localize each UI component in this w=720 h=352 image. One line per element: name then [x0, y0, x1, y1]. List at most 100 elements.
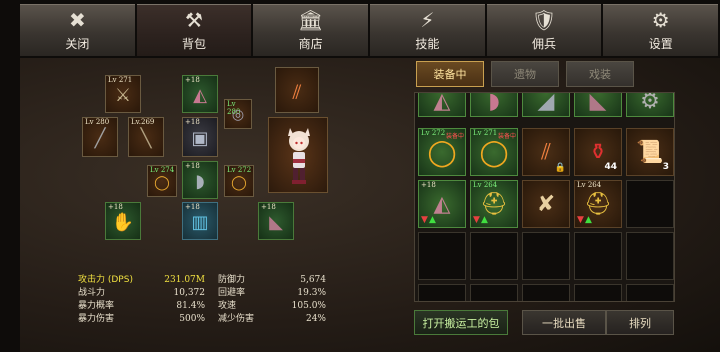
- inventory-item[interactable]: ◣: [574, 92, 622, 117]
- nav-backpack-button[interactable]: ⚒ 背包: [136, 4, 252, 56]
- inventory-item[interactable]: Lv 264 ⛑ ▼ ▲: [470, 180, 518, 228]
- claw-slash-icon: ⫽: [541, 139, 551, 165]
- bracer-icon: ◗: [488, 92, 500, 115]
- inventory-item[interactable]: 📜 3: [626, 128, 674, 176]
- nav-label: 设置: [648, 37, 673, 51]
- inventory-item[interactable]: +18 ◭ ▼ ▲: [418, 180, 466, 228]
- stat-value: 5,674: [300, 275, 326, 285]
- sort-button[interactable]: 排列: [606, 310, 674, 335]
- inventory-item[interactable]: Lv 264 ⛑ ▼ ▲: [574, 180, 622, 228]
- open-carrier-bag-button[interactable]: 打开搬运工的包: [414, 310, 508, 335]
- arrow-down-icon: ▼: [473, 215, 480, 225]
- nav-skills-button[interactable]: ⚡ 技能: [370, 4, 485, 56]
- nav-label: 技能: [415, 37, 440, 51]
- inventory-empty-slot[interactable]: [470, 232, 518, 280]
- stat-row: 战斗力 10,372: [78, 287, 205, 299]
- lightning-icon: ⚡: [420, 8, 435, 32]
- stat-value: 81.4%: [176, 301, 205, 311]
- equip-slot-ring-2[interactable]: Lv 274 ◯: [147, 165, 177, 197]
- ring-icon: ◯: [231, 174, 247, 191]
- stat-label: 回避率: [218, 288, 246, 298]
- inventory-empty-slot[interactable]: [626, 180, 674, 228]
- equip-slot-boots[interactable]: +18 ◣: [258, 202, 294, 240]
- stat-label: 暴力概率: [78, 301, 115, 311]
- gear-icon: ⚙: [651, 8, 670, 32]
- stat-row: 攻击力 (DPS) 231.07M: [78, 274, 205, 286]
- equip-slot-helmet[interactable]: +18 ◭: [182, 75, 218, 113]
- inventory-empty-slot[interactable]: [418, 284, 466, 301]
- inventory-empty-slot[interactable]: [522, 232, 570, 280]
- stat-value: 10,372: [173, 288, 206, 298]
- inventory-empty-slot[interactable]: [574, 232, 622, 280]
- nav-settings-button[interactable]: ⚙ 设置: [603, 4, 719, 56]
- equip-slot-spear[interactable]: Lv.269 ╲: [128, 117, 164, 157]
- gold-helm-icon: ⛑: [584, 191, 612, 217]
- ring-icon: ◯: [427, 137, 457, 168]
- nav-mercenary-button[interactable]: 🛡 佣兵: [486, 4, 602, 56]
- inventory-item[interactable]: ◢: [522, 93, 570, 117]
- equip-slot-skill-claw[interactable]: ⫽: [275, 67, 319, 113]
- inventory-empty-slot[interactable]: [522, 284, 570, 301]
- equip-slot-chest[interactable]: +18 ▣: [182, 117, 218, 157]
- tab-equipped[interactable]: 装备中: [416, 61, 484, 87]
- inventory-item[interactable]: ◭: [418, 92, 466, 117]
- leg-armor-icon: ▥: [191, 211, 209, 233]
- gauntlet-icon: ✋: [111, 211, 135, 233]
- spear-icon: ╲: [140, 127, 152, 149]
- helmet-icon: ◭: [433, 92, 451, 115]
- batch-sell-button[interactable]: 一批出售: [522, 310, 606, 335]
- equip-slot-leg-armor[interactable]: +18 ▥: [182, 202, 218, 240]
- boots-icon: ◣: [269, 211, 283, 233]
- ring-icon: ◯: [154, 174, 170, 191]
- backpack-icon: ⚒: [185, 8, 203, 32]
- stat-label: 防御力: [218, 275, 246, 285]
- scroll-icon: 📜: [636, 139, 664, 165]
- inventory-empty-slot[interactable]: [470, 284, 518, 301]
- stat-label: 减少伤害: [218, 314, 255, 324]
- gun-icon: ╱: [94, 127, 106, 149]
- inventory-item[interactable]: Lv 271 装备中 ◯: [470, 128, 518, 176]
- inventory-item[interactable]: ◗: [470, 92, 518, 117]
- lock-icon: 🔒: [554, 163, 566, 173]
- boots-icon: ◣: [589, 92, 607, 115]
- stat-row: 减少伤害 24%: [218, 313, 326, 325]
- tab-relics[interactable]: 遗物: [491, 61, 559, 87]
- arrow-down-icon: ▼: [421, 215, 428, 225]
- stat-value: 500%: [179, 314, 205, 324]
- arrow-up-icon: ▲: [429, 215, 436, 225]
- equip-slot-gauntlet[interactable]: +18 ✋: [105, 202, 141, 240]
- helmet-icon: ◭: [433, 191, 451, 217]
- nav-close-button[interactable]: ✖ 关闭: [20, 4, 135, 56]
- chibi-cat-girl-icon: [288, 128, 310, 184]
- stat-value: 24%: [305, 314, 326, 324]
- inventory-empty-slot[interactable]: [626, 284, 674, 301]
- stat-label: 战斗力: [78, 288, 106, 298]
- nav-shop-button[interactable]: 🏛 商店: [253, 4, 369, 56]
- map-scroll-icon: ✘: [536, 191, 556, 217]
- inventory-empty-slot[interactable]: [626, 232, 674, 280]
- stat-value: 105.0%: [291, 301, 326, 311]
- inventory-item[interactable]: ⚱ 44: [574, 128, 622, 176]
- inventory-grid: ◭ ◗ ◢ ◣ ⚙ Lv 272 装备中 ◯ Lv 271 装备中 ◯ ⫽ 🔒 …: [414, 92, 675, 302]
- tab-costumes[interactable]: 戏装: [566, 61, 634, 87]
- bracer-icon: ◗: [195, 170, 205, 192]
- ring-icon: ◎: [231, 107, 245, 124]
- stat-row: 攻速 105.0%: [218, 300, 326, 312]
- gear-icon: ⚙: [640, 92, 660, 115]
- inventory-item[interactable]: ✘: [522, 180, 570, 228]
- equip-slot-gun[interactable]: Lv 280 ╱: [82, 117, 118, 157]
- inventory-empty-slot[interactable]: [418, 232, 466, 280]
- inventory-item[interactable]: ⫽ 🔒: [522, 128, 570, 176]
- stat-row: 暴力概率 81.4%: [78, 300, 205, 312]
- equip-slot-bracer[interactable]: +18 ◗: [182, 161, 218, 199]
- stat-label: 暴力伤害: [78, 314, 115, 324]
- shield-icon: 🛡: [531, 8, 557, 32]
- inventory-item[interactable]: ⚙: [626, 92, 674, 117]
- close-icon: ✖: [68, 8, 86, 32]
- gold-helm-icon: ⛑: [480, 191, 508, 217]
- equip-slot-ring-1[interactable]: Lv 280 ◎: [224, 99, 252, 129]
- equip-slot-ring-3[interactable]: Lv 272 ◯: [224, 165, 254, 197]
- inventory-item[interactable]: Lv 272 装备中 ◯: [418, 128, 466, 176]
- inventory-empty-slot[interactable]: [574, 284, 622, 301]
- equip-slot-weapon-daggers[interactable]: Lv 271 ⚔: [105, 75, 141, 113]
